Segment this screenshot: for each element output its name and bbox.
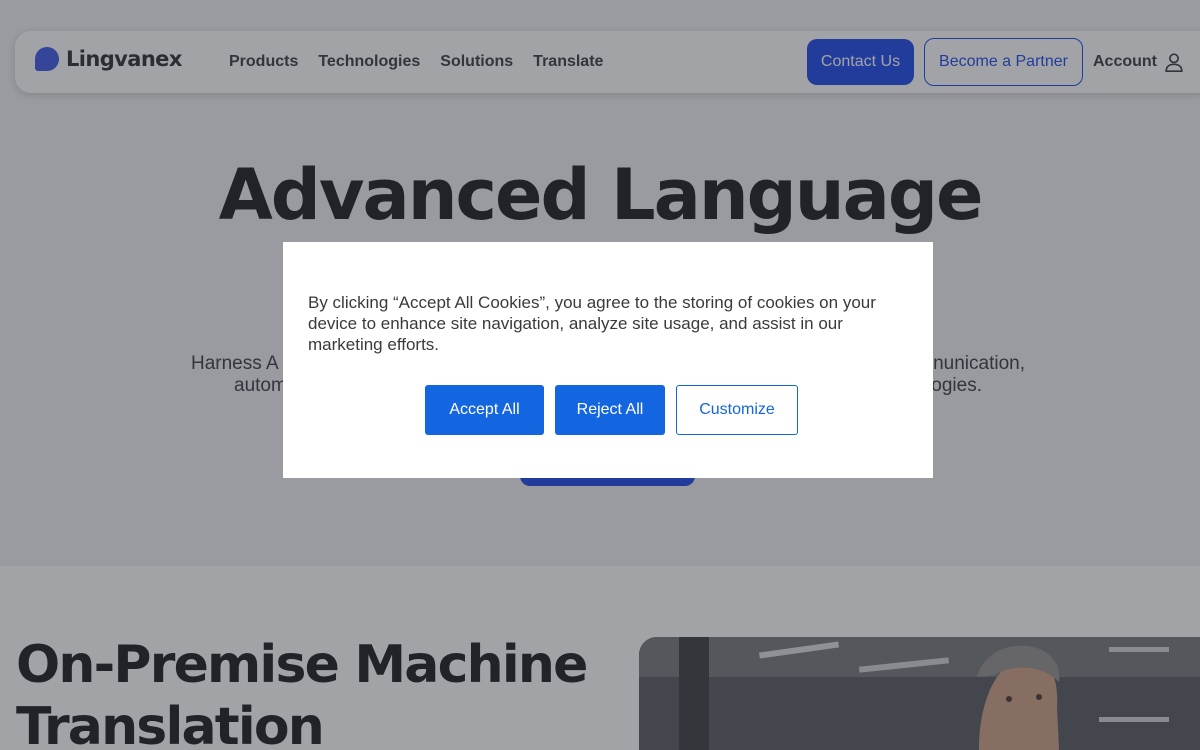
customize-button[interactable]: Customize bbox=[676, 385, 798, 435]
accept-all-button[interactable]: Accept All bbox=[425, 385, 544, 435]
cookie-consent-dialog: By clicking “Accept All Cookies”, you ag… bbox=[283, 242, 933, 478]
reject-all-button[interactable]: Reject All bbox=[555, 385, 665, 435]
cookie-consent-text: By clicking “Accept All Cookies”, you ag… bbox=[308, 293, 876, 354]
